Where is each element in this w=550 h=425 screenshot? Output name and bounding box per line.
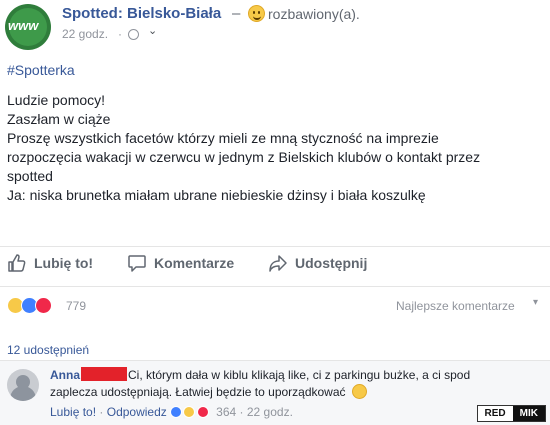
meta-separator: · xyxy=(239,405,244,419)
post-line: Zaszłam w ciąże xyxy=(7,111,111,127)
reaction-count[interactable]: 779 xyxy=(66,299,86,313)
watermark-logo: RED MIK xyxy=(476,405,546,422)
page-name-link[interactable]: Spotted: Bielsko-Biała xyxy=(62,5,221,22)
post-line: rozpoczęcia wakacji w czerwcu w jednym z… xyxy=(7,149,481,165)
timestamp-separator: · xyxy=(118,27,122,41)
post-line: Proszę wszystkich facetów którzy mieli z… xyxy=(7,130,439,146)
commenter-avatar[interactable] xyxy=(7,369,39,401)
commenter-name[interactable]: Anna xyxy=(50,368,80,382)
watermark-right: MIK xyxy=(512,406,545,421)
post-body: #Spotterka Ludzie pomocy! Zaszłam w ciąż… xyxy=(7,61,547,205)
comment-button[interactable]: Komentarze xyxy=(127,253,234,273)
comment-text-a: Ci, którym dała w kiblu klikają like, ci… xyxy=(128,368,471,382)
feeling-dash: – xyxy=(232,5,241,22)
share-button[interactable]: Udostępnij xyxy=(268,253,367,273)
page-avatar[interactable]: www xyxy=(5,4,51,50)
hashtag-link[interactable]: #Spotterka xyxy=(7,61,547,80)
share-arrow-icon xyxy=(269,255,287,272)
comment-time[interactable]: 22 godz. xyxy=(247,405,293,419)
like-button-label: Lubię to! xyxy=(34,255,94,271)
globe-icon xyxy=(128,29,139,40)
post-actions-bar: Lubię to! Komentarze Udostępnij xyxy=(0,246,550,276)
shares-count-link[interactable]: 12 udostępnień xyxy=(7,343,89,357)
smile-icon xyxy=(248,5,265,22)
redaction-bar xyxy=(81,367,127,381)
reaction-icons[interactable] xyxy=(7,297,52,314)
watermark-left: RED xyxy=(477,406,513,421)
comment-reply-link[interactable]: Odpowiedz xyxy=(107,405,167,419)
comment-icon xyxy=(128,255,146,272)
comment-like-link[interactable]: Lubię to! xyxy=(50,405,96,419)
reactions-bar: 779 Najlepsze komentarze ▾ xyxy=(0,286,550,322)
sort-chevron-icon[interactable]: ▾ xyxy=(533,297,538,308)
avatar-logo-text: www xyxy=(8,18,39,33)
like-button[interactable]: Lubię to! xyxy=(7,253,93,273)
post-line: spotted xyxy=(7,168,53,184)
comment-body: Anna Ci, którym dała w kiblu klikają like… xyxy=(50,367,545,401)
feeling-text: rozbawiony(a). xyxy=(268,6,360,22)
mini-like-icon xyxy=(170,406,183,418)
mini-love-icon xyxy=(196,406,209,418)
thumbs-up-icon xyxy=(8,254,26,272)
comment-meta: Lubię to! · Odpowiedz 364 · 22 godz. xyxy=(50,405,293,419)
comment-item: Anna Ci, którym dała w kiblu klikają like… xyxy=(0,360,550,425)
comment-sort-dropdown[interactable]: Najlepsze komentarze xyxy=(396,299,515,313)
love-reaction-icon xyxy=(35,297,52,314)
post-line: Ja: niska brunetka miałam ubrane niebies… xyxy=(7,187,426,203)
share-button-label: Udostępnij xyxy=(295,255,368,271)
post-timestamp[interactable]: 22 godz. xyxy=(62,27,108,41)
chevron-down-icon[interactable]: ⌄ xyxy=(148,24,157,37)
comment-button-label: Komentarze xyxy=(154,255,235,271)
post-line: Ludzie pomocy! xyxy=(7,92,106,108)
comment-text-b: zaplecza udostępniają. Łatwiej będzie to… xyxy=(50,385,346,399)
comment-reaction-count[interactable]: 364 xyxy=(216,405,236,419)
smile-emoji-icon xyxy=(351,384,367,399)
mini-haha-icon xyxy=(183,406,196,418)
post-header: www Spotted: Bielsko-Biała – rozbawiony(… xyxy=(0,0,550,52)
meta-separator: · xyxy=(99,405,104,419)
